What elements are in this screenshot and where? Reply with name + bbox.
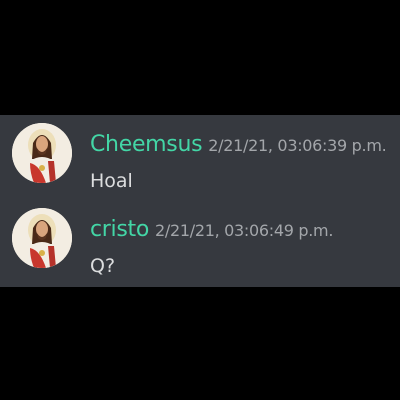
message-content: Hoal — [90, 170, 133, 192]
message-header: Cheemsus 2/21/21, 03:06:39 p.m. — [90, 131, 387, 160]
message-timestamp: 2/21/21, 03:06:49 p.m. — [155, 221, 334, 240]
username[interactable]: Cheemsus — [90, 132, 203, 157]
jesus-portrait-avatar-icon[interactable] — [12, 123, 72, 183]
jesus-portrait-avatar-icon[interactable] — [12, 208, 72, 268]
message-timestamp: 2/21/21, 03:06:39 p.m. — [208, 136, 387, 155]
message-content: Q? — [90, 255, 116, 277]
username[interactable]: cristo — [90, 217, 149, 242]
message-header: cristo 2/21/21, 03:06:49 p.m. — [90, 216, 333, 245]
chat-message-list: Cheemsus 2/21/21, 03:06:39 p.m. Hoal cris… — [0, 115, 400, 287]
